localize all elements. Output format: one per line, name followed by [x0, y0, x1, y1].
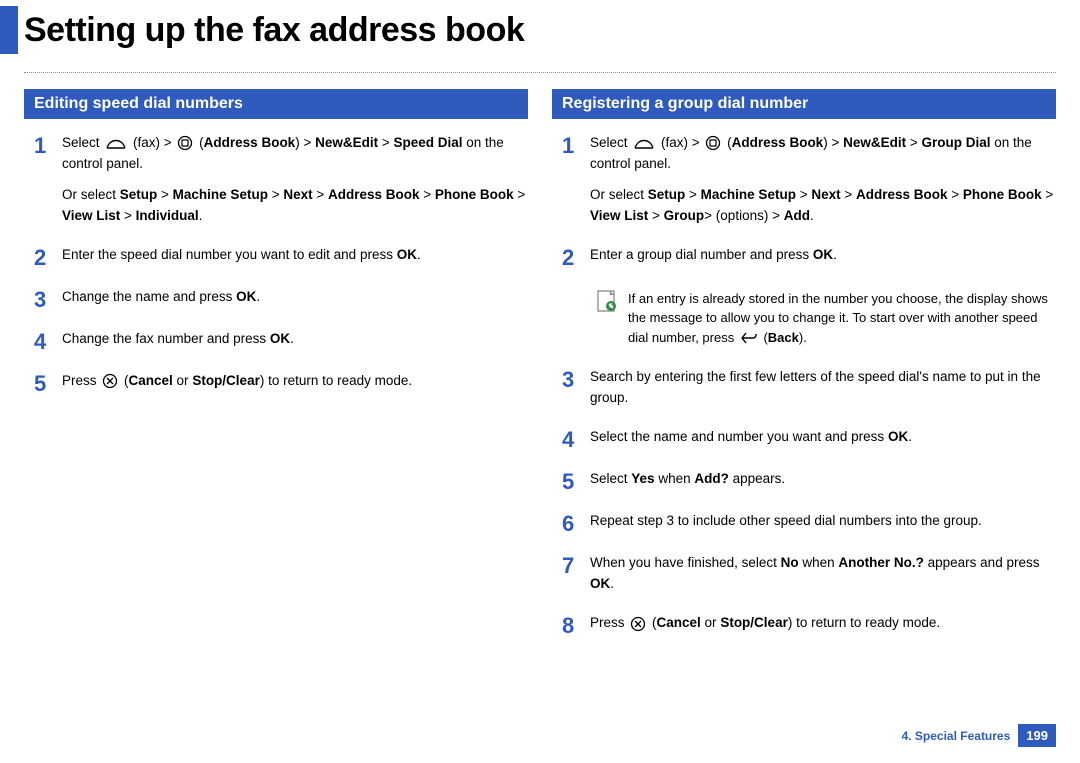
step: 4Select the name and number you want and…	[562, 427, 1056, 457]
step: 1Select (fax) > (Address Book) > New&Edi…	[562, 133, 1056, 233]
title-bar: Setting up the fax address book	[0, 0, 1080, 54]
step: 1Select (fax) > (Address Book) > New&Edi…	[34, 133, 528, 233]
step-body: Select (fax) > (Address Book) > New&Edit…	[62, 133, 528, 233]
step-alt-text: Or select Setup > Machine Setup > Next >…	[62, 185, 528, 227]
step: 2Enter the speed dial number you want to…	[34, 245, 528, 275]
step-body: Select Yes when Add? appears.	[590, 469, 1056, 496]
step: 6Repeat step 3 to include other speed di…	[562, 511, 1056, 541]
step-alt-text: Or select Setup > Machine Setup > Next >…	[590, 185, 1056, 227]
step: 3Change the name and press OK.	[34, 287, 528, 317]
step-number: 4	[562, 423, 590, 457]
step: 5Select Yes when Add? appears.	[562, 469, 1056, 499]
step-number: 2	[562, 241, 590, 275]
step-text: Enter a group dial number and press OK.	[590, 245, 1056, 266]
step-text: Enter the speed dial number you want to …	[62, 245, 528, 266]
step-body: Repeat step 3 to include other speed dia…	[590, 511, 1056, 538]
step-number: 3	[562, 363, 590, 397]
step-text: Select (fax) > (Address Book) > New&Edit…	[62, 133, 528, 175]
step-body: Enter the speed dial number you want to …	[62, 245, 528, 272]
step-number: 5	[34, 367, 62, 401]
step-number: 6	[562, 507, 590, 541]
right-step-list-top: 1Select (fax) > (Address Book) > New&Edi…	[562, 133, 1056, 275]
right-step-list-bottom: 3Search by entering the first few letter…	[562, 367, 1056, 643]
step-text: Select Yes when Add? appears.	[590, 469, 1056, 490]
step: 8Press (Cancel or Stop/Clear) to return …	[562, 613, 1056, 643]
note-icon	[596, 289, 618, 315]
step-body: Select the name and number you want and …	[590, 427, 1056, 454]
step-number: 2	[34, 241, 62, 275]
step-text: Change the name and press OK.	[62, 287, 528, 308]
step-number: 1	[34, 129, 62, 163]
footer: 4. Special Features 199	[902, 724, 1056, 747]
title-divider	[24, 72, 1056, 73]
note-box: If an entry is already stored in the num…	[596, 289, 1052, 348]
step-number: 1	[562, 129, 590, 163]
step-number: 4	[34, 325, 62, 359]
step-body: Search by entering the first few letters…	[590, 367, 1056, 415]
step: 7When you have finished, select No when …	[562, 553, 1056, 601]
step-number: 5	[562, 465, 590, 499]
step-body: Change the fax number and press OK.	[62, 329, 528, 356]
step-text: Change the fax number and press OK.	[62, 329, 528, 350]
step-text: Search by entering the first few letters…	[590, 367, 1056, 409]
two-column-layout: Editing speed dial numbers 1Select (fax)…	[0, 89, 1080, 655]
step-body: Press (Cancel or Stop/Clear) to return t…	[62, 371, 528, 398]
step: 3Search by entering the first few letter…	[562, 367, 1056, 415]
note-text: If an entry is already stored in the num…	[628, 289, 1052, 348]
left-step-list: 1Select (fax) > (Address Book) > New&Edi…	[34, 133, 528, 401]
footer-page-number: 199	[1018, 724, 1056, 747]
step-text: Select (fax) > (Address Book) > New&Edit…	[590, 133, 1056, 175]
step: 5Press (Cancel or Stop/Clear) to return …	[34, 371, 528, 401]
section-header-editing-speed-dial: Editing speed dial numbers	[24, 89, 528, 119]
step-body: Press (Cancel or Stop/Clear) to return t…	[590, 613, 1056, 640]
step-body: Enter a group dial number and press OK.	[590, 245, 1056, 272]
step-text: Press (Cancel or Stop/Clear) to return t…	[62, 371, 528, 392]
step-text: When you have finished, select No when A…	[590, 553, 1056, 595]
footer-chapter: 4. Special Features	[902, 729, 1011, 743]
step-text: Select the name and number you want and …	[590, 427, 1056, 448]
step-number: 7	[562, 549, 590, 583]
step: 4Change the fax number and press OK.	[34, 329, 528, 359]
title-accent-block	[0, 6, 18, 54]
step-text: Press (Cancel or Stop/Clear) to return t…	[590, 613, 1056, 634]
step-body: Select (fax) > (Address Book) > New&Edit…	[590, 133, 1056, 233]
step-number: 8	[562, 609, 590, 643]
step-body: Change the name and press OK.	[62, 287, 528, 314]
right-column: Registering a group dial number 1Select …	[552, 89, 1056, 655]
step-number: 3	[34, 283, 62, 317]
step: 2Enter a group dial number and press OK.	[562, 245, 1056, 275]
step-body: When you have finished, select No when A…	[590, 553, 1056, 601]
step-text: Repeat step 3 to include other speed dia…	[590, 511, 1056, 532]
left-column: Editing speed dial numbers 1Select (fax)…	[24, 89, 528, 655]
section-header-registering-group-dial: Registering a group dial number	[552, 89, 1056, 119]
page-title: Setting up the fax address book	[24, 11, 524, 50]
